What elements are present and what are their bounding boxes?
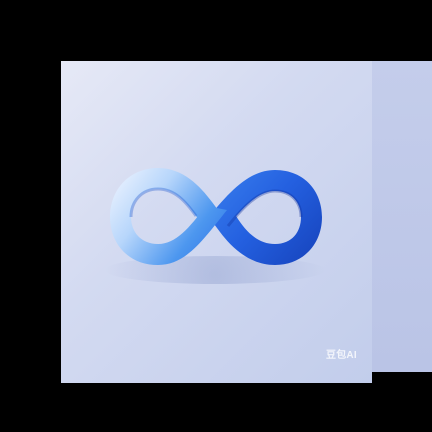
infinity-symbol-icon bbox=[105, 168, 325, 284]
image-frame: 豆包AI bbox=[0, 0, 432, 432]
watermark-label: 豆包AI bbox=[326, 350, 357, 361]
